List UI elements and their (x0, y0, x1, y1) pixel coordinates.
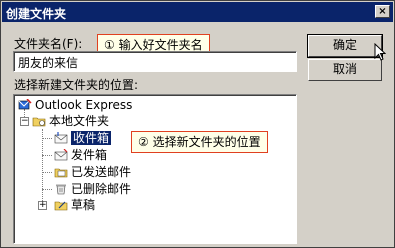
location-label: 选择新建文件夹的位置: (14, 78, 139, 92)
deleted-items-icon (56, 184, 66, 195)
drafts-icon (54, 201, 68, 211)
callout-step-2: ② 选择新文件夹的位置 (131, 131, 268, 153)
close-icon: × (378, 6, 387, 17)
ok-button[interactable]: 确定 (307, 34, 383, 58)
tree-node-label-selected: 收件箱 (71, 131, 112, 145)
sent-items-icon (54, 168, 68, 178)
tree-node-label: 本地文件夹 (49, 114, 110, 128)
title-bar[interactable]: 创建文件夹 × (2, 2, 393, 22)
tree-connector (42, 172, 52, 173)
tree-node-drafts[interactable]: 草稿 (54, 197, 95, 214)
tree-node-sent-items[interactable]: 已发送邮件 (54, 164, 131, 181)
tree-node-label: 草稿 (71, 198, 96, 212)
tree-node-label: 已删除邮件 (71, 182, 132, 196)
cancel-button[interactable]: 取消 (308, 59, 382, 81)
tree-node-local-folders[interactable]: 本地文件夹 (32, 113, 109, 130)
tree-node-root[interactable]: Outlook Express (18, 97, 132, 114)
outlook-express-icon (18, 99, 32, 110)
expand-toggle[interactable]: + (38, 201, 47, 210)
folder-tree[interactable]: Outlook Express − 本地文件夹 收件箱 发件箱 已发送邮件 已删… (13, 94, 297, 244)
tree-connector (42, 155, 52, 156)
dialog-title: 创建文件夹 (6, 7, 67, 21)
tree-node-outbox[interactable]: 发件箱 (54, 147, 107, 164)
mouse-pointer-icon (374, 43, 386, 61)
tree-node-label: 已发送邮件 (71, 165, 132, 179)
local-folders-icon (32, 117, 46, 127)
tree-node-deleted-items[interactable]: 已删除邮件 (54, 181, 131, 198)
close-button[interactable]: × (375, 5, 390, 18)
tree-connector (42, 138, 52, 139)
collapse-toggle[interactable]: − (20, 117, 29, 126)
tree-node-inbox[interactable]: 收件箱 (54, 130, 112, 147)
tree-connector (42, 129, 43, 207)
create-folder-dialog: 创建文件夹 × 文件夹名(F): ① 输入好文件夹名 朋友的来信 选择新建文件夹… (0, 0, 395, 248)
folder-name-input[interactable]: 朋友的来信 (13, 51, 297, 72)
outbox-icon (54, 149, 68, 161)
folder-name-label: 文件夹名(F): (14, 37, 83, 51)
tree-node-label: 发件箱 (71, 148, 108, 162)
tree-connector (42, 189, 52, 190)
inbox-icon (54, 132, 68, 144)
tree-node-label: Outlook Express (35, 98, 133, 112)
